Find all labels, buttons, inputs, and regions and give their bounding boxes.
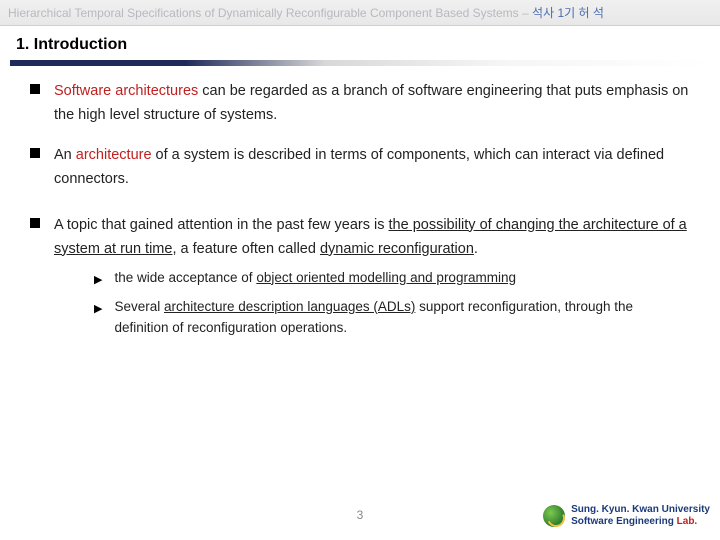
page-number: 3	[357, 508, 364, 522]
bullet-text: An architecture of a system is described…	[54, 144, 690, 192]
text-post: .	[474, 241, 478, 257]
text-pre: the wide acceptance of	[114, 270, 256, 285]
header-banner: Hierarchical Temporal Specifications of …	[0, 0, 720, 26]
text-pre: A topic that gained attention in the pas…	[54, 217, 389, 233]
footer: 3 Sung. Kyun. Kwan University Software E…	[0, 498, 720, 532]
header-separator: –	[519, 6, 532, 20]
header-title-ko: 석사 1기 허 석	[532, 6, 604, 20]
triangle-bullet-icon: ▶	[94, 300, 102, 318]
bullet-text: Software architectures can be regarded a…	[54, 80, 690, 128]
content-area: Software architectures can be regarded a…	[0, 80, 720, 347]
text-pre: An	[54, 147, 76, 163]
underlined-phrase: architecture description languages (ADLs…	[164, 299, 415, 314]
underlined-phrase: dynamic reconfiguration	[320, 241, 474, 257]
bullet-item: A topic that gained attention in the pas…	[30, 214, 690, 347]
lab-suffix: Lab.	[677, 516, 698, 527]
sub-item: ▶ Several architecture description langu…	[94, 297, 690, 339]
sub-item: ▶ the wide acceptance of object oriented…	[94, 268, 690, 289]
footer-branding: Sung. Kyun. Kwan University Software Eng…	[543, 504, 710, 528]
text-pre: Several	[114, 299, 164, 314]
text-mid: , a feature often called	[172, 241, 320, 257]
bullet-text: A topic that gained attention in the pas…	[54, 214, 690, 347]
header-title-en: Hierarchical Temporal Specifications of …	[8, 6, 519, 20]
sub-text: the wide acceptance of object oriented m…	[114, 268, 516, 289]
sub-text: Several architecture description languag…	[114, 297, 690, 339]
sub-list: ▶ the wide acceptance of object oriented…	[94, 268, 690, 339]
square-bullet-icon	[30, 218, 40, 228]
university-logo-icon	[543, 505, 565, 527]
university-text: Sung. Kyun. Kwan University Software Eng…	[571, 504, 710, 528]
bullet-item: An architecture of a system is described…	[30, 144, 690, 192]
section-name: Introduction	[34, 36, 127, 53]
highlight-term: architecture	[76, 147, 152, 163]
title-underline	[10, 60, 710, 66]
lab-name: Software Engineering Lab.	[571, 516, 710, 528]
square-bullet-icon	[30, 148, 40, 158]
university-name: Sung. Kyun. Kwan University	[571, 504, 710, 516]
triangle-bullet-icon: ▶	[94, 271, 102, 289]
lab-prefix: Software Engineering	[571, 516, 677, 527]
section-title: 1. Introduction	[0, 26, 720, 60]
highlight-term: Software architectures	[54, 83, 198, 99]
section-number: 1.	[16, 36, 29, 53]
bullet-item: Software architectures can be regarded a…	[30, 80, 690, 128]
square-bullet-icon	[30, 84, 40, 94]
underlined-phrase: object oriented modelling and programmin…	[256, 270, 516, 285]
